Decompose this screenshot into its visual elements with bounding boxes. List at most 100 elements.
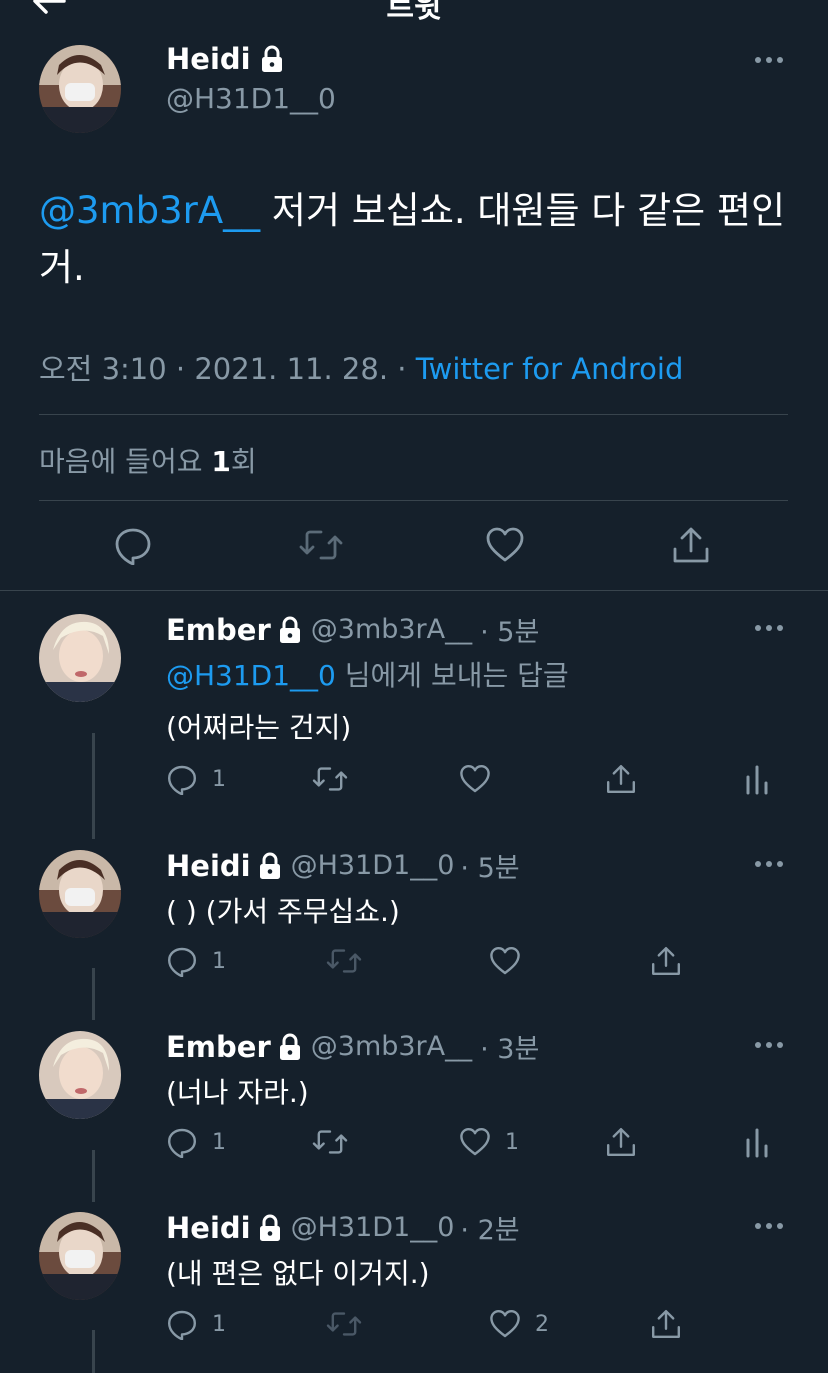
like-count: 1 (505, 1129, 519, 1155)
divider (0, 590, 828, 591)
tweet-text: @3mb3rA__ 저거 보십쇼. 대원들 다 같은 편인 거. (39, 182, 789, 296)
share-button[interactable] (605, 1126, 637, 1158)
likes-suffix: 회 (230, 445, 257, 478)
tweet-detail-page: 트윗 Heidi @H31D1__0 @3mb3rA__ 저거 보십쇼. 대원들… (0, 0, 828, 1373)
more-options-icon[interactable] (754, 618, 784, 638)
share-button[interactable] (650, 945, 682, 977)
timestamp-text: 오전 3:10 · 2021. 11. 28. · (39, 352, 416, 386)
retweet-button[interactable] (312, 1126, 348, 1158)
like-icon (489, 1308, 521, 1340)
replying-to-text: 님에게 보내는 답글 (335, 659, 569, 692)
reply-icon (166, 1308, 198, 1340)
retweet-icon (326, 1308, 362, 1340)
reply-count: 1 (212, 948, 226, 974)
retweet-button[interactable] (326, 945, 362, 977)
more-options-icon[interactable] (754, 854, 784, 874)
lock-icon (257, 852, 283, 880)
replying-to: @H31D1__0 님에게 보내는 답글 (166, 654, 569, 694)
reply-text: ( ) (가서 주무십쇼.) (166, 895, 400, 928)
more-options-icon[interactable] (754, 1035, 784, 1055)
reply-text: (내 편은 없다 이거지.) (166, 1257, 430, 1290)
retweet-icon[interactable] (299, 525, 343, 565)
reply-time: · 5분 (460, 853, 520, 884)
author-handle[interactable]: @H31D1__0 (166, 82, 336, 115)
like-button[interactable]: 1 (459, 1126, 519, 1158)
lock-icon (277, 616, 303, 644)
reply-time: · 2분 (460, 1215, 520, 1246)
source-link[interactable]: Twitter for Android (416, 352, 684, 386)
share-icon (650, 945, 682, 977)
retweet-button[interactable] (326, 1308, 362, 1340)
share-icon (650, 1308, 682, 1340)
avatar[interactable] (39, 45, 121, 133)
retweet-button[interactable] (312, 763, 348, 795)
lock-icon (259, 45, 285, 73)
avatar[interactable] (39, 614, 121, 702)
reply-time: · 3분 (480, 1034, 540, 1065)
share-button[interactable] (650, 1308, 682, 1340)
like-button[interactable] (459, 763, 505, 795)
likes-label: 마음에 들어요 (39, 445, 212, 478)
likes-count[interactable]: 마음에 들어요 1회 (39, 440, 257, 480)
share-button[interactable] (605, 763, 637, 795)
author-handle[interactable]: @3mb3rA__ (311, 614, 472, 645)
reply-header: Heidi @H31D1__0 · 2분 (166, 1208, 520, 1247)
top-bar: 트윗 (0, 0, 828, 25)
like-button[interactable] (489, 945, 535, 977)
reply-time: · 5분 (480, 617, 540, 648)
reply-button[interactable]: 1 (166, 763, 226, 795)
author-name[interactable]: Heidi (166, 1211, 251, 1245)
analytics-icon (744, 763, 770, 795)
like-icon (459, 763, 491, 795)
avatar[interactable] (39, 1212, 121, 1300)
lock-icon (257, 1214, 283, 1242)
avatar[interactable] (39, 850, 121, 938)
reply-actions: 1 1 (0, 1126, 828, 1162)
analytics-button[interactable] (744, 1126, 770, 1158)
author-name[interactable]: Ember (166, 1030, 271, 1064)
reply-button[interactable]: 1 (166, 1308, 226, 1340)
author-name[interactable]: Heidi (166, 42, 285, 76)
like-icon[interactable] (485, 525, 525, 565)
reply-count: 1 (212, 766, 226, 792)
author-name[interactable]: Heidi (166, 849, 251, 883)
mention-link[interactable]: @3mb3rA__ (39, 189, 260, 232)
reply-actions: 1 2 (0, 1308, 828, 1344)
analytics-icon (744, 1126, 770, 1158)
reply-header: Ember @3mb3rA__ · 5분 (166, 610, 539, 649)
likes-number: 1 (211, 445, 231, 478)
reply-header: Heidi @H31D1__0 · 5분 (166, 846, 520, 885)
reply-text: (너나 자라.) (166, 1076, 309, 1109)
author-name[interactable]: Ember (166, 613, 271, 647)
author-name-text: Heidi (166, 42, 251, 76)
retweet-icon (326, 945, 362, 977)
more-options-icon[interactable] (754, 50, 784, 70)
author-handle[interactable]: @H31D1__0 (291, 850, 455, 881)
reply-count: 1 (212, 1311, 226, 1337)
like-icon (459, 1126, 491, 1158)
reply-icon (166, 763, 198, 795)
page-title: 트윗 (386, 0, 442, 25)
reply-header: Ember @3mb3rA__ · 3분 (166, 1027, 539, 1066)
reply-icon (166, 945, 198, 977)
reply-button[interactable]: 1 (166, 945, 226, 977)
like-button[interactable]: 2 (489, 1308, 549, 1340)
author-handle[interactable]: @H31D1__0 (291, 1212, 455, 1243)
reply-text: (어쩌라는 건지) (166, 711, 352, 744)
author-handle[interactable]: @3mb3rA__ (311, 1031, 472, 1062)
reply-button[interactable]: 1 (166, 1126, 226, 1158)
more-options-icon[interactable] (754, 1216, 784, 1236)
share-icon[interactable] (671, 525, 711, 565)
retweet-icon (312, 1126, 348, 1158)
share-icon (605, 763, 637, 795)
reply-icon (166, 1126, 198, 1158)
divider (39, 414, 788, 415)
like-icon (489, 945, 521, 977)
retweet-icon (312, 763, 348, 795)
avatar[interactable] (39, 1031, 121, 1119)
analytics-button[interactable] (744, 763, 770, 795)
reply-icon[interactable] (113, 525, 153, 565)
mention-link[interactable]: @H31D1__0 (166, 659, 336, 692)
reply-actions: 1 (0, 763, 828, 799)
share-icon (605, 1126, 637, 1158)
